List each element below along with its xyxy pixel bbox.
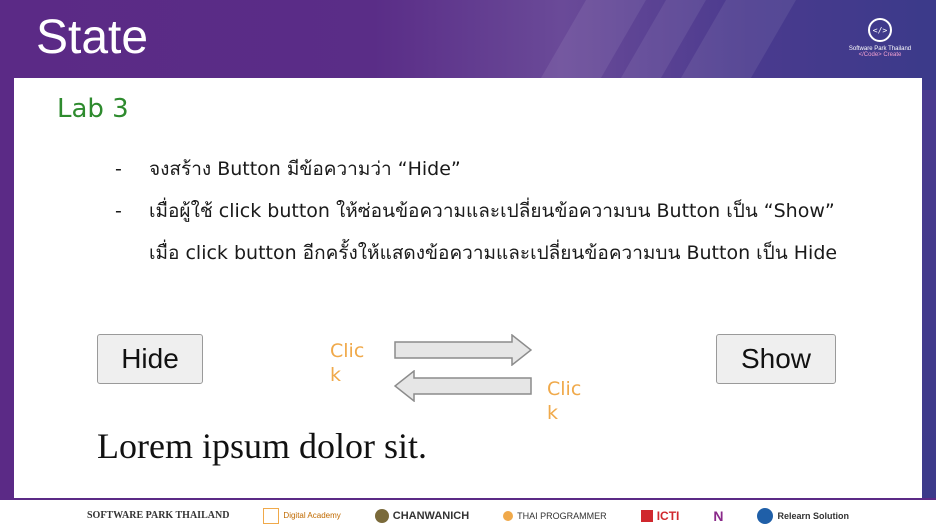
brand-logo: </> Software Park Thailand </Code> Creat… xyxy=(840,18,920,58)
show-button[interactable]: Show xyxy=(716,334,836,384)
sponsor-icti: ICTI xyxy=(640,509,679,523)
chip-icon xyxy=(263,507,280,524)
arrow-right-icon xyxy=(394,334,532,366)
bullet-dash: - xyxy=(115,200,122,222)
sponsor-thai-programmer: THAI PROGRAMMER xyxy=(503,510,607,521)
icti-logo-icon xyxy=(640,509,653,522)
list-item: - เมื่อผู้ใช้ click button ให้ซ่อนข้อควา… xyxy=(115,190,855,274)
lab-title: Lab 3 xyxy=(57,94,129,124)
instruction-list: - จงสร้าง Button มีข้อความว่า “Hide” - เ… xyxy=(115,148,855,274)
sponsor-chanwanich: CHANWANICH xyxy=(374,508,469,523)
sponsor-relearn: Relearn Solution xyxy=(757,507,849,524)
hide-button[interactable]: Hide xyxy=(97,334,203,384)
code-pin-icon: </> xyxy=(868,18,892,42)
brand-tagline: </Code> Create xyxy=(858,52,902,58)
slide: State </> Software Park Thailand </Code>… xyxy=(0,0,936,529)
sponsor-digital-academy: Digital Academy xyxy=(263,507,341,524)
relearn-logo-icon xyxy=(757,507,774,524)
arrow-left-icon xyxy=(394,370,532,402)
side-band-right xyxy=(922,90,936,500)
thai-programmer-logo-icon xyxy=(503,510,514,521)
lorem-text: Lorem ipsum dolor sit. xyxy=(97,426,427,466)
chanwanich-logo-icon xyxy=(374,508,389,523)
slide-title: State xyxy=(36,11,149,64)
side-band-left xyxy=(0,90,14,500)
sponsor-n: N xyxy=(713,507,724,524)
bullet-dash: - xyxy=(115,158,122,180)
bullet-text: เมื่อผู้ใช้ click button ให้ซ่อนข้อความแ… xyxy=(149,200,838,264)
bullet-text: จงสร้าง Button มีข้อความว่า “Hide” xyxy=(149,158,461,180)
sponsor-footer: SOFTWARE PARK THAILAND Digital Academy C… xyxy=(0,498,936,529)
sponsor-software-park: SOFTWARE PARK THAILAND xyxy=(86,510,230,521)
click-label-bottom: Click xyxy=(547,378,582,424)
click-label-top: Click xyxy=(330,340,365,386)
list-item: - จงสร้าง Button มีข้อความว่า “Hide” xyxy=(115,148,855,190)
